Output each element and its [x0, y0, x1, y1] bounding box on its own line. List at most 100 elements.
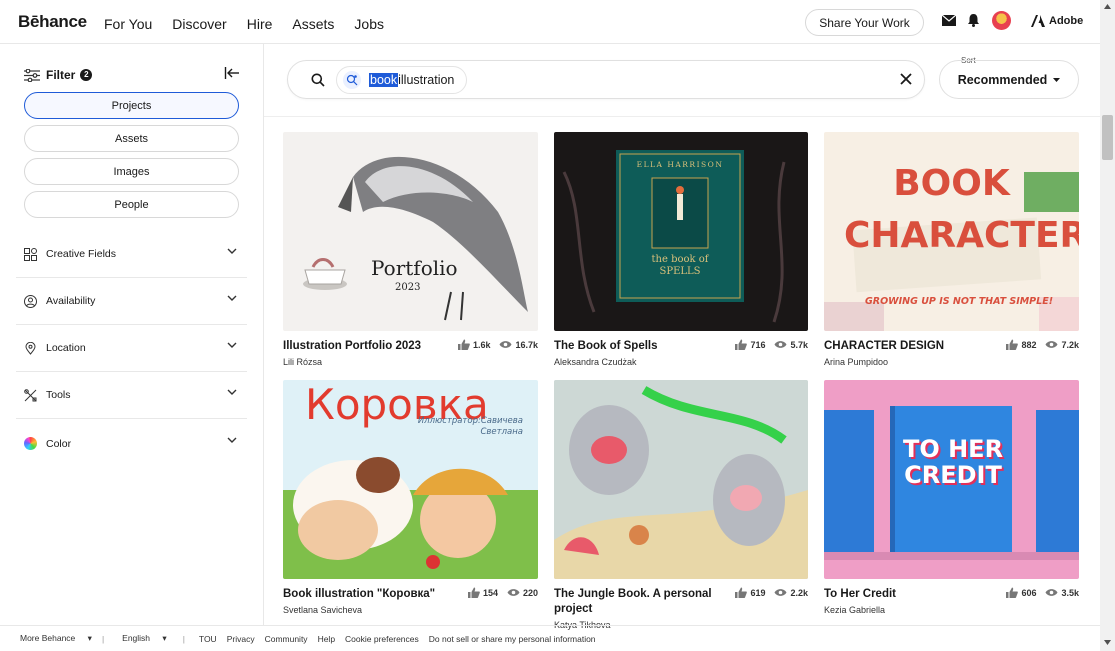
thumbnail-text: Portfolio — [371, 256, 458, 280]
type-projects-button[interactable]: Projects — [24, 92, 239, 119]
project-thumbnail[interactable]: BOOK CHARACTERS GROWING UP IS NOT THAT S… — [824, 132, 1079, 331]
like-count: 606 — [1021, 587, 1037, 598]
like-count: 1.6k — [472, 339, 491, 350]
project-owner[interactable]: Lili Rózsa — [283, 355, 453, 370]
accordion-label: Availability — [46, 295, 96, 307]
close-icon[interactable] — [900, 73, 912, 85]
nav-assets[interactable]: Assets — [292, 16, 334, 32]
accordion-location[interactable]: Location — [16, 325, 247, 372]
nav-jobs[interactable]: Jobs — [354, 16, 384, 32]
filter-header[interactable]: Filter 2 — [24, 68, 93, 82]
footer-link-cookies[interactable]: Cookie preferences — [345, 634, 419, 644]
project-stats: 154 220 — [462, 587, 538, 598]
language-dropdown[interactable]: English ▾ — [122, 633, 167, 644]
thumbs-up-icon — [467, 587, 480, 598]
color-wheel-icon — [24, 437, 37, 450]
accordion-label: Color — [46, 437, 72, 450]
scroll-up-icon[interactable] — [1104, 4, 1111, 9]
footer-link-do-not-sell[interactable]: Do not sell or share my personal informa… — [429, 634, 596, 644]
eye-icon — [507, 589, 520, 596]
accordion-label: Location — [46, 342, 86, 354]
project-stats: 606 3.5k — [1000, 587, 1079, 598]
filter-count-badge: 2 — [80, 69, 93, 81]
nav-discover[interactable]: Discover — [172, 16, 226, 32]
chevron-down-icon — [227, 295, 237, 301]
project-thumbnail[interactable]: ELLA HARRISON the book of SPELLS — [554, 132, 808, 331]
footer-link-community[interactable]: Community — [265, 634, 308, 644]
project-card[interactable]: BOOK CHARACTERS GROWING UP IS NOT THAT S… — [824, 132, 1079, 367]
eye-icon — [774, 589, 787, 596]
accordion-label: Tools — [46, 389, 71, 401]
like-count: 716 — [750, 339, 766, 350]
type-images-button[interactable]: Images — [24, 158, 239, 185]
scrollbar[interactable] — [1100, 0, 1115, 651]
project-thumbnail[interactable]: Коровка Иллюстратор:Савичева Светлана — [283, 380, 538, 579]
project-owner[interactable]: Aleksandra Czudżak — [554, 355, 724, 370]
project-title[interactable]: Illustration Portfolio 2023 Lili Rózsa — [283, 339, 453, 370]
nav-hire[interactable]: Hire — [247, 16, 273, 32]
sliders-icon — [24, 68, 40, 82]
chevron-down-icon — [227, 389, 237, 395]
scrollbar-thumb[interactable] — [1102, 115, 1113, 160]
project-title[interactable]: CHARACTER DESIGN Arina Pumpidoo — [824, 339, 994, 370]
chevron-down-icon — [227, 248, 237, 254]
scroll-down-icon[interactable] — [1104, 640, 1111, 645]
project-thumbnail[interactable] — [554, 380, 808, 579]
accordion-tools[interactable]: Tools — [16, 372, 247, 419]
main-nav: For You Discover Hire Assets Jobs — [104, 16, 404, 32]
avatar[interactable] — [992, 11, 1011, 30]
search-query-selected: book — [369, 73, 399, 87]
project-card[interactable]: ELLA HARRISON the book of SPELLS The Boo… — [554, 132, 808, 367]
project-title[interactable]: To Her Credit Kezia Gabriella — [824, 587, 994, 618]
share-your-work-button[interactable]: Share Your Work — [805, 9, 924, 36]
project-card[interactable]: Portfolio 2023 Illustration Portfolio 20… — [283, 132, 538, 367]
project-title[interactable]: The Book of Spells Aleksandra Czudżak — [554, 339, 724, 370]
type-assets-button[interactable]: Assets — [24, 125, 239, 152]
collapse-sidebar-icon[interactable] — [224, 66, 240, 80]
main-content: book illustration Sort Recommended Portf… — [264, 44, 1100, 630]
project-card[interactable]: TO HER CREDIT To Her Credit Kezia Gabriel… — [824, 380, 1079, 615]
footer-separator: | — [182, 633, 185, 644]
view-count: 3.5k — [1061, 587, 1079, 598]
view-count: 7.2k — [1061, 339, 1079, 350]
footer-link-privacy[interactable]: Privacy — [227, 634, 255, 644]
thumbnail-subtext: GROWING UP IS NOT THAT SIMPLE! — [864, 296, 1054, 307]
eye-icon — [774, 341, 787, 348]
nav-for-you[interactable]: For You — [104, 16, 152, 32]
footer-link-tou[interactable]: TOU — [199, 634, 217, 644]
project-title[interactable]: Book illustration "Коровка" Svetlana Savi… — [283, 587, 453, 618]
thumbnail-text: the book of SPELLS — [651, 254, 709, 277]
project-owner[interactable]: Kezia Gabriella — [824, 603, 994, 618]
grid-icon — [24, 247, 37, 261]
mail-icon[interactable] — [942, 15, 956, 26]
footer-link-help[interactable]: Help — [318, 634, 335, 644]
view-count: 16.7k — [515, 339, 538, 350]
accordion-availability[interactable]: Availability — [16, 278, 247, 325]
behance-logo[interactable]: Bēhance — [18, 12, 87, 32]
type-people-button[interactable]: People — [24, 191, 239, 218]
sort-value: Recommended — [957, 72, 1048, 87]
thumbs-up-icon — [735, 339, 748, 350]
search-bar[interactable]: book illustration — [287, 60, 925, 99]
accordion-color[interactable]: Color — [16, 420, 247, 467]
thumbs-up-icon — [457, 339, 470, 350]
accordion-creative-fields[interactable]: Creative Fields — [16, 231, 247, 278]
project-thumbnail[interactable]: TO HER CREDIT — [824, 380, 1079, 579]
search-query-rest: illustration — [398, 73, 455, 87]
sort-dropdown[interactable]: Recommended — [939, 60, 1079, 99]
project-card[interactable]: The Jungle Book. A personal project Katya… — [554, 380, 808, 630]
ai-search-icon — [343, 71, 361, 89]
thumbs-up-icon — [1006, 587, 1019, 598]
more-behance-dropdown[interactable]: More Behance ▾ — [20, 633, 92, 644]
like-count: 154 — [482, 587, 498, 598]
location-pin-icon — [25, 341, 36, 355]
project-owner[interactable]: Arina Pumpidoo — [824, 355, 994, 370]
adobe-link[interactable]: Adobe — [1031, 15, 1083, 27]
person-icon — [24, 294, 37, 308]
bell-icon[interactable] — [967, 13, 980, 27]
project-card[interactable]: Коровка Иллюстратор:Савичева Светлана Bo… — [283, 380, 538, 615]
project-thumbnail[interactable]: Portfolio 2023 — [283, 132, 538, 331]
project-stats: 1.6k 16.7k — [452, 339, 538, 350]
search-query-chip[interactable]: book illustration — [336, 66, 468, 94]
project-owner[interactable]: Svetlana Savicheva — [283, 603, 453, 618]
